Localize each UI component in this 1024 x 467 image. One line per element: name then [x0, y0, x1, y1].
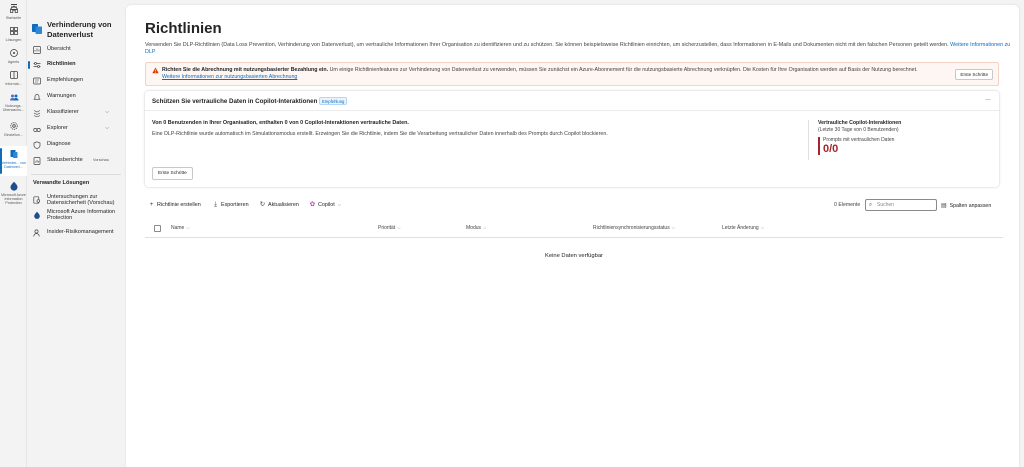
more-options-icon[interactable]: ... [985, 95, 991, 102]
stats-subtitle: (Letzte 30 Tage von 0 Benutzenden) [818, 127, 899, 133]
chevron-down-icon: ⌵ [105, 125, 109, 131]
investigation-icon [33, 196, 40, 204]
main-content: Richtlinien Verwenden Sie DLP-Richtlinie… [126, 5, 1019, 467]
chevron-down-icon: ⌵ [397, 225, 401, 230]
page-title: Richtlinien [145, 20, 222, 37]
dlp-icon [10, 150, 17, 158]
command-bar: + Richtlinie erstellen ⤓ Exportieren ↻ Aktu… [145, 198, 999, 212]
policies-table: Name ⌵ Priorität ⌵ Modus ⌵ Richtliniensynch… [145, 220, 1003, 259]
chevron-down-icon: ⌵ [760, 225, 765, 230]
warning-icon [152, 67, 159, 74]
nav-item-insider-risk[interactable]: Insider-Risikomanagement [27, 226, 123, 240]
book-icon [9, 71, 18, 79]
rail-item-information[interactable]: Informat... [0, 69, 27, 86]
copilot-button[interactable]: ✿ Copilot ⌵ [309, 200, 341, 210]
column-header-last-modified[interactable]: Letzte Änderung ⌵ [722, 225, 764, 231]
agent-icon [9, 49, 18, 57]
azure-ip-icon [10, 181, 17, 191]
nav-item-status-reports[interactable]: Statusberichte Vorschau [27, 154, 123, 168]
metric-value: 0/0 [823, 143, 839, 155]
people-icon [9, 94, 18, 101]
metric-prompts: Prompts mit vertraulichen Daten 0/0 [818, 137, 988, 155]
column-header-priority[interactable]: Priorität ⌵ [378, 225, 401, 231]
solution-nav: Verhinderung von Datenverlust Übersicht … [27, 0, 125, 467]
azure-ip-icon [34, 211, 40, 219]
refresh-icon: ↻ [259, 201, 266, 208]
rail-item-usage-monitoring[interactable]: Nutzungs-Überwachu... [0, 91, 27, 112]
alert-icon [33, 94, 41, 100]
billing-warning-banner: Richten Sie die Abrechnung mit nutzungsb… [145, 62, 999, 86]
nav-item-overview[interactable]: Übersicht [27, 43, 123, 57]
nav-title: Verhinderung von Datenverlust [47, 20, 112, 39]
banner-get-started-button[interactable]: Erste Schritte [955, 69, 993, 80]
recommend-icon [33, 77, 41, 85]
card-title: Schützen Sie vertrauliche Daten in Copil… [152, 98, 318, 105]
table-header: Name ⌵ Priorität ⌵ Modus ⌵ Richtliniensynch… [145, 220, 1003, 238]
copilot-recommendation-card: Schützen Sie vertrauliche Daten in Copil… [145, 91, 999, 187]
card-header: Schützen Sie vertrauliche Daten in Copil… [145, 91, 999, 111]
rail-item-dlp[interactable]: Verhinder... von Datenverl... [0, 146, 27, 176]
copilot-icon: ✿ [309, 201, 316, 208]
nav-header: Verhinderung von Datenverlust [31, 20, 123, 42]
card-summary: Von 0 Benutzenden in Ihrer Organisation,… [152, 120, 409, 126]
explorer-icon [33, 128, 41, 132]
export-button[interactable]: ⤓ Exportieren [212, 200, 249, 210]
create-policy-button[interactable]: + Richtlinie erstellen [148, 200, 201, 210]
plus-icon: + [149, 201, 154, 208]
gear-icon [9, 122, 18, 130]
chevron-down-icon: ⌵ [483, 225, 487, 230]
download-icon: ⤓ [214, 201, 217, 208]
billing-info-link[interactable]: Weitere Informationen zur nutzungsbasier… [162, 74, 297, 80]
classifier-icon [33, 110, 41, 117]
chevron-down-icon: ⌵ [105, 109, 109, 115]
diagnose-icon [33, 141, 41, 149]
search-box: ⌕ [865, 199, 937, 211]
home-icon [9, 5, 18, 13]
report-icon [33, 157, 41, 165]
rail-item-solutions[interactable]: Lösungen [0, 25, 27, 42]
column-header-mode[interactable]: Modus ⌵ [466, 225, 486, 231]
empty-state-message: Keine Daten verfügbar [544, 253, 603, 259]
nav-item-explorer[interactable]: Explorer ⌵ [27, 122, 123, 136]
policy-icon [33, 62, 41, 68]
item-count: 0 Elemente [834, 202, 861, 208]
search-icon: ⌕ [869, 202, 873, 208]
chevron-down-icon: ⌵ [337, 202, 342, 207]
chevron-down-icon: ⌵ [186, 225, 190, 230]
column-header-name[interactable]: Name ⌵ [171, 225, 190, 231]
chevron-down-icon: ⌵ [671, 225, 676, 230]
app-rail: Startseite Lösungen Agents Informat... N… [0, 0, 27, 467]
copilot-stats: Vertrauliche Copilot-Interaktionen (Letz… [808, 120, 988, 160]
card-get-started-button[interactable]: Erste Schritte [152, 167, 193, 180]
refresh-button[interactable]: ↻ Aktualisieren [259, 200, 299, 210]
overview-icon [33, 46, 41, 54]
rail-item-agents[interactable]: Agents [0, 47, 27, 64]
preview-badge: Vorschau [93, 158, 109, 162]
nav-item-alerts[interactable]: Warnungen [27, 90, 123, 104]
grid-icon [9, 27, 18, 35]
nav-item-classifiers[interactable]: Klassifizierer ⌵ [27, 106, 123, 120]
related-solutions-heading: Verwandte Lösungen [33, 180, 90, 186]
columns-icon: ▤ [941, 203, 947, 209]
dlp-icon [32, 24, 42, 34]
select-all-checkbox[interactable] [154, 225, 161, 232]
insider-risk-icon [33, 229, 40, 237]
recommendation-badge: Empfehlung [319, 97, 348, 105]
customize-columns-button[interactable]: ▤ Spalten anpassen [941, 202, 991, 209]
nav-item-data-security-investigations[interactable]: Untersuchungen zur Datensicherheit (Vors… [27, 193, 123, 207]
rail-item-settings[interactable]: Einstellun... [0, 120, 27, 137]
nav-item-policies[interactable]: Richtlinien [27, 58, 123, 72]
column-header-sync-status[interactable]: Richtliniensynchronisierungsstatus ⌵ [593, 225, 675, 231]
nav-item-recommendations[interactable]: Empfehlungen [27, 74, 123, 88]
banner-text: Richten Sie die Abrechnung mit nutzungsb… [162, 67, 918, 80]
nav-item-azure-information-protection[interactable]: Microsoft Azure Information Protection [27, 208, 123, 222]
rail-item-azure-information-protection[interactable]: Microsoft Azure Information Protection [0, 180, 27, 206]
nav-divider [31, 174, 121, 175]
nav-item-diagnose[interactable]: Diagnose [27, 138, 123, 152]
rail-item-home[interactable]: Startseite [0, 3, 27, 20]
card-body: Eine DLP-Richtlinie wurde automatisch im… [152, 131, 608, 137]
stats-title: Vertrauliche Copilot-Interaktionen [818, 120, 902, 126]
page-description: Verwenden Sie DLP-Richtlinien (Data Loss… [145, 42, 1011, 55]
search-input[interactable] [877, 201, 935, 209]
